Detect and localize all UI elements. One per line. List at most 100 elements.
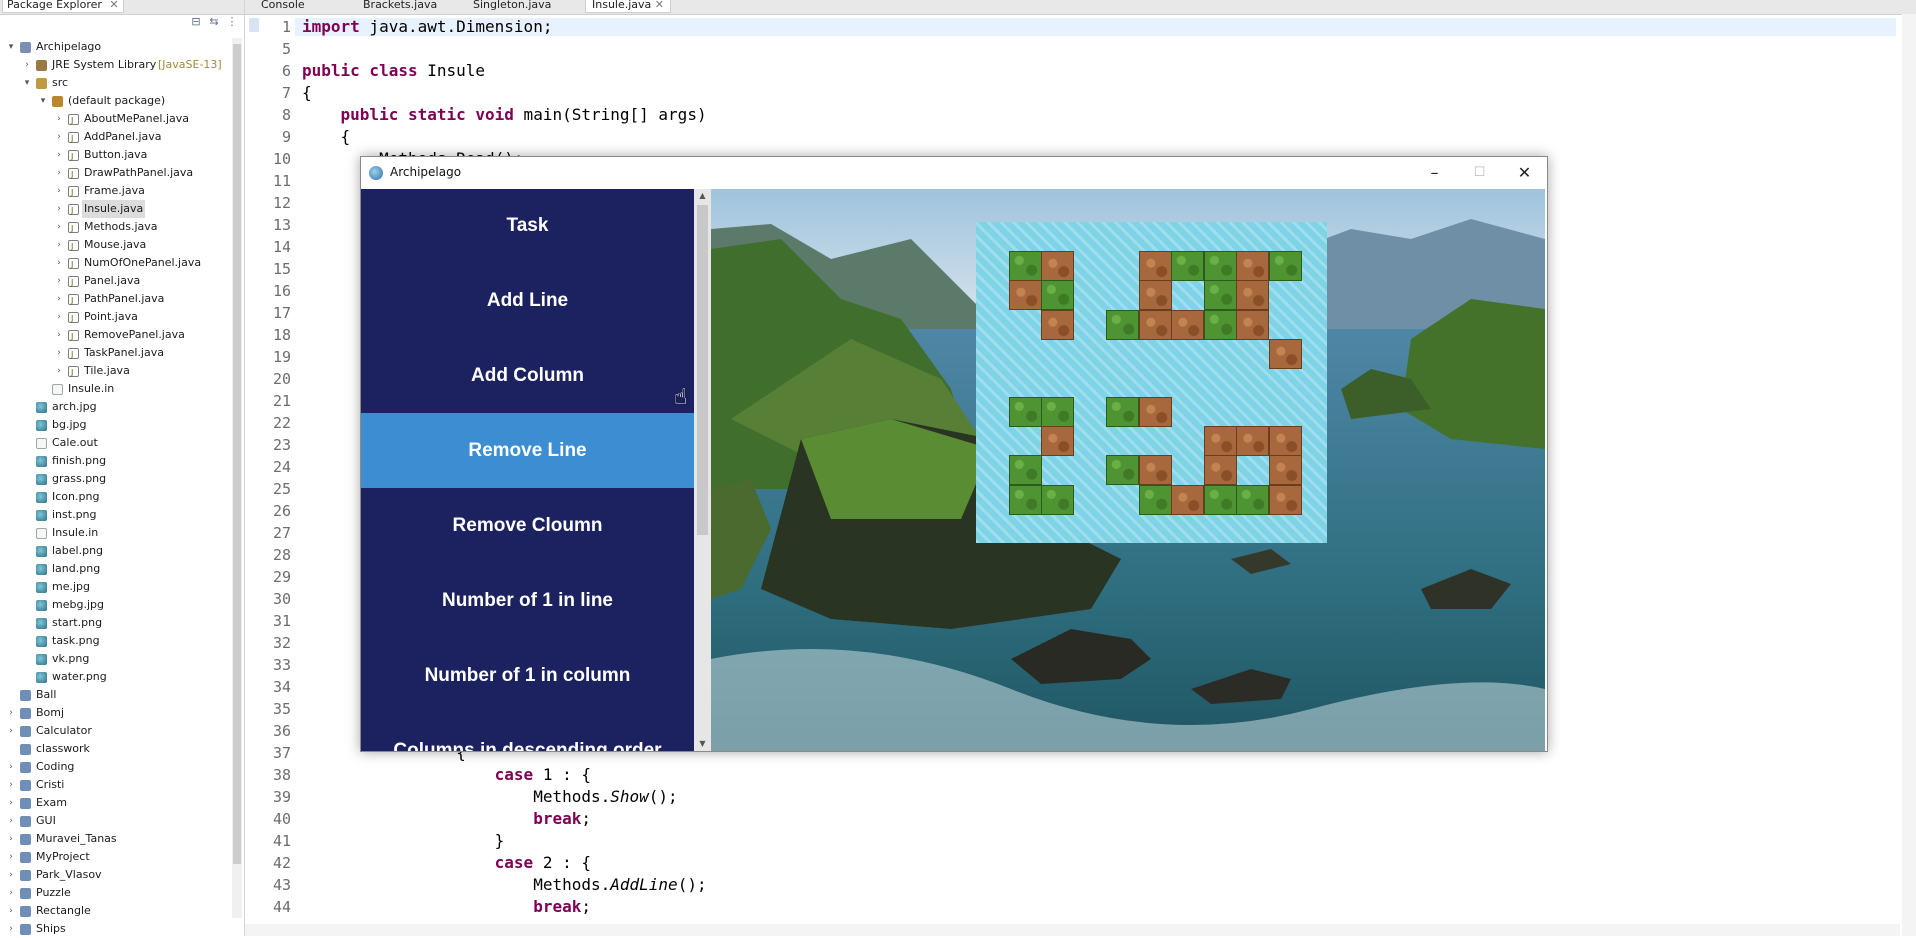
menu-button[interactable]: Remove Line bbox=[361, 413, 694, 488]
expand-right-icon[interactable]: › bbox=[54, 128, 64, 146]
tree-item[interactable]: Ball bbox=[0, 686, 228, 704]
tree-item[interactable]: › Park_Vlasov bbox=[0, 866, 228, 884]
expand-right-icon[interactable]: › bbox=[54, 164, 64, 182]
expand-down-icon[interactable]: ▾ bbox=[38, 92, 48, 110]
tree-item[interactable]: label.png bbox=[0, 542, 228, 560]
tree-item[interactable]: arch.jpg bbox=[0, 398, 228, 416]
expand-right-icon[interactable]: › bbox=[6, 758, 16, 776]
land-tile[interactable] bbox=[1204, 426, 1237, 456]
tree-item[interactable]: ▾ src bbox=[0, 74, 228, 92]
code-line[interactable]: public class Insule bbox=[302, 61, 485, 80]
tree-item[interactable]: › TaskPanel.java bbox=[0, 344, 228, 364]
tree-item[interactable]: water.png bbox=[0, 668, 228, 686]
scroll-up-icon[interactable]: ▲ bbox=[694, 189, 711, 203]
menu-button[interactable]: Add Line bbox=[361, 263, 694, 338]
tree-item[interactable]: › GUI bbox=[0, 812, 228, 830]
link-editor-icon[interactable]: ⇆ bbox=[208, 16, 220, 28]
tree-item[interactable]: finish.png bbox=[0, 452, 228, 470]
grass-tile[interactable] bbox=[1041, 485, 1074, 515]
grass-tile[interactable] bbox=[1204, 251, 1237, 281]
tree-item[interactable]: › RemovePanel.java bbox=[0, 326, 228, 346]
menu-button[interactable]: Columns in descending order bbox=[361, 713, 694, 751]
expand-right-icon[interactable]: › bbox=[6, 776, 16, 794]
expand-right-icon[interactable]: › bbox=[6, 902, 16, 920]
maximize-button[interactable]: ☐ bbox=[1457, 157, 1502, 189]
land-tile[interactable] bbox=[1041, 251, 1074, 281]
tree-item[interactable]: task.png bbox=[0, 632, 228, 650]
land-tile[interactable] bbox=[1236, 280, 1269, 310]
tree-item[interactable]: inst.png bbox=[0, 506, 228, 524]
tree-item[interactable]: › Frame.java bbox=[0, 182, 228, 202]
grass-tile[interactable] bbox=[1009, 455, 1042, 485]
code-line[interactable]: import java.awt.Dimension; bbox=[302, 17, 552, 36]
expand-right-icon[interactable]: › bbox=[54, 326, 64, 344]
expand-right-icon[interactable]: › bbox=[6, 812, 16, 830]
close-icon[interactable]: ✕ bbox=[109, 0, 118, 11]
tree-item[interactable]: mebg.jpg bbox=[0, 596, 228, 614]
land-tile[interactable] bbox=[1139, 251, 1172, 281]
code-line[interactable]: Methods.Show(); bbox=[302, 787, 678, 806]
tree-item[interactable]: bg.jpg bbox=[0, 416, 228, 434]
tree-item[interactable]: › Button.java bbox=[0, 146, 228, 166]
tree-item[interactable]: me.jpg bbox=[0, 578, 228, 596]
tree-item[interactable]: Cale.out bbox=[0, 434, 228, 452]
code-line[interactable]: { bbox=[302, 83, 312, 102]
grass-tile[interactable] bbox=[1204, 310, 1237, 340]
editor-tab[interactable]: Brackets.java bbox=[357, 0, 443, 12]
tree-item[interactable]: › Cristi bbox=[0, 776, 228, 794]
grass-tile[interactable] bbox=[1236, 485, 1269, 515]
land-tile[interactable] bbox=[1269, 485, 1302, 515]
grass-tile[interactable] bbox=[1269, 251, 1302, 281]
tree-item[interactable]: › DrawPathPanel.java bbox=[0, 164, 228, 184]
tree-item[interactable]: Insule.in bbox=[0, 524, 228, 542]
expand-right-icon[interactable]: › bbox=[54, 362, 64, 380]
expand-right-icon[interactable]: › bbox=[54, 182, 64, 200]
land-tile[interactable] bbox=[1171, 485, 1204, 515]
grass-tile[interactable] bbox=[1041, 280, 1074, 310]
menu-button[interactable]: Number of 1 in line bbox=[361, 563, 694, 638]
grass-tile[interactable] bbox=[1171, 251, 1204, 281]
minimize-button[interactable]: – bbox=[1412, 157, 1457, 189]
window-titlebar[interactable]: Archipelago – ☐ ✕ bbox=[361, 157, 1547, 189]
land-tile[interactable] bbox=[1171, 310, 1204, 340]
expand-right-icon[interactable]: › bbox=[6, 920, 16, 938]
expand-right-icon[interactable]: › bbox=[54, 272, 64, 290]
tree-item[interactable]: › Point.java bbox=[0, 308, 228, 328]
expand-right-icon[interactable]: › bbox=[54, 236, 64, 254]
code-line[interactable]: Methods.AddLine(); bbox=[302, 875, 706, 894]
expand-right-icon[interactable]: › bbox=[54, 200, 64, 218]
expand-right-icon[interactable]: › bbox=[54, 110, 64, 128]
expand-right-icon[interactable]: › bbox=[54, 254, 64, 272]
grass-tile[interactable] bbox=[1106, 397, 1139, 427]
expand-right-icon[interactable]: › bbox=[6, 848, 16, 866]
land-tile[interactable] bbox=[1139, 397, 1172, 427]
tree-item[interactable]: › JRE System Library [JavaSE-13] bbox=[0, 56, 228, 74]
grass-tile[interactable] bbox=[1106, 310, 1139, 340]
tree-item[interactable]: start.png bbox=[0, 614, 228, 632]
expand-right-icon[interactable]: › bbox=[6, 704, 16, 722]
menu-button[interactable]: Number of 1 in column bbox=[361, 638, 694, 713]
land-tile[interactable] bbox=[1041, 426, 1074, 456]
tree-item[interactable]: › Coding bbox=[0, 758, 228, 776]
tree-item[interactable]: › Rectangle bbox=[0, 902, 228, 920]
expand-right-icon[interactable]: › bbox=[6, 722, 16, 740]
expand-right-icon[interactable]: › bbox=[6, 884, 16, 902]
tree-item[interactable]: Icon.png bbox=[0, 488, 228, 506]
expand-right-icon[interactable]: › bbox=[6, 866, 16, 884]
code-line[interactable]: { bbox=[302, 127, 351, 146]
grass-tile[interactable] bbox=[1041, 397, 1074, 427]
tab-package-explorer[interactable]: Package Explorer ✕ bbox=[2, 0, 124, 13]
tree-item[interactable]: grass.png bbox=[0, 470, 228, 488]
land-tile[interactable] bbox=[1204, 455, 1237, 485]
land-tile[interactable] bbox=[1269, 426, 1302, 456]
land-tile[interactable] bbox=[1236, 310, 1269, 340]
grass-tile[interactable] bbox=[1009, 397, 1042, 427]
explorer-scrollbar[interactable] bbox=[232, 38, 242, 918]
view-menu-icon[interactable]: ⋮ bbox=[226, 16, 238, 28]
grass-tile[interactable] bbox=[1204, 485, 1237, 515]
editor-vertical-scrollbar[interactable] bbox=[1902, 14, 1916, 936]
expand-right-icon[interactable]: › bbox=[6, 830, 16, 848]
expand-right-icon[interactable]: › bbox=[54, 146, 64, 164]
code-line[interactable]: break; bbox=[302, 897, 591, 916]
expand-down-icon[interactable]: ▾ bbox=[22, 74, 32, 92]
